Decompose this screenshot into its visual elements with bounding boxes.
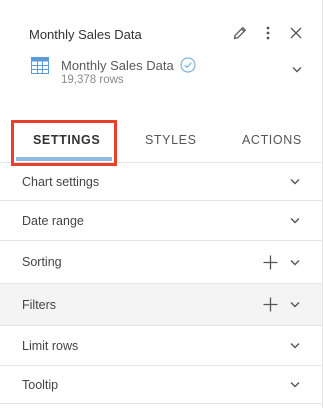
close-icon[interactable] <box>288 24 304 42</box>
chevron-down-icon[interactable] <box>290 259 300 266</box>
section-tooltip[interactable]: Tooltip <box>0 366 322 404</box>
plus-icon[interactable] <box>263 255 278 270</box>
panel-title: Monthly Sales Data <box>29 27 142 42</box>
section-label: Tooltip <box>22 377 59 392</box>
pencil-icon[interactable] <box>232 24 248 42</box>
chevron-down-icon[interactable] <box>290 301 300 308</box>
chevron-down-icon[interactable] <box>290 342 300 349</box>
verified-check-icon <box>180 57 196 73</box>
header-actions <box>232 24 304 42</box>
datasource-row-count: 19,378 rows <box>61 74 124 86</box>
table-icon <box>31 57 49 74</box>
datasource-chevron-down-icon[interactable] <box>292 66 302 73</box>
chevron-down-icon[interactable] <box>290 217 300 224</box>
section-date-range[interactable]: Date range <box>0 201 322 241</box>
settings-section-list: Chart settings Date range Sorting Filter… <box>0 163 322 404</box>
datasource-name: Monthly Sales Data <box>61 57 174 73</box>
section-label: Sorting <box>22 255 62 269</box>
section-chart-settings[interactable]: Chart settings <box>0 163 322 201</box>
section-limit-rows[interactable]: Limit rows <box>0 326 322 366</box>
section-label: Chart settings <box>22 174 100 189</box>
section-sorting[interactable]: Sorting <box>0 241 322 284</box>
plus-icon[interactable] <box>263 297 278 312</box>
tab-styles[interactable]: STYLES <box>145 133 197 147</box>
section-label: Date range <box>22 213 84 228</box>
annotation-highlight-box <box>11 120 117 166</box>
more-vertical-icon[interactable] <box>260 24 276 42</box>
tab-actions[interactable]: ACTIONS <box>242 133 302 147</box>
panel-border <box>322 0 323 408</box>
chevron-down-icon[interactable] <box>290 381 300 388</box>
chevron-down-icon[interactable] <box>290 178 300 185</box>
section-label: Filters <box>22 297 57 312</box>
section-filters[interactable]: Filters <box>0 284 322 326</box>
section-label: Limit rows <box>22 338 79 353</box>
chart-settings-panel: Monthly Sales Data Monthly Sales Data 19… <box>0 0 324 408</box>
datasource-name-row: Monthly Sales Data <box>61 57 196 73</box>
